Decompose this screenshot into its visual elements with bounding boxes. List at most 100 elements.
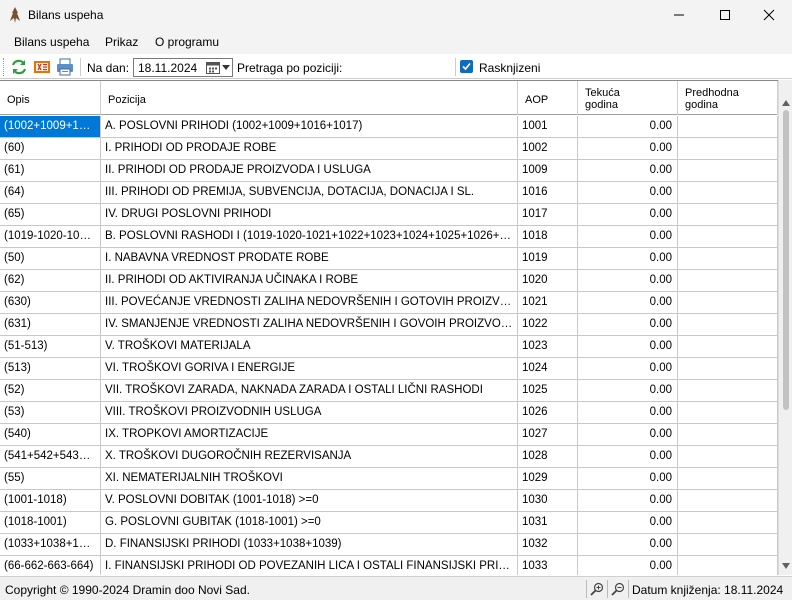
cell-tekuca-godina[interactable]: 0.00 [578, 248, 678, 270]
cell-pozicija[interactable]: II. PRIHODI OD AKTIVIRANJA UČINAKA I ROB… [101, 270, 518, 292]
table-row[interactable]: (62) II. PRIHODI OD AKTIVIRANJA UČINAKA I… [0, 270, 778, 292]
cell-predhodna-godina[interactable] [678, 160, 778, 182]
cell-predhodna-godina[interactable] [678, 226, 778, 248]
search-input[interactable] [343, 58, 453, 77]
chevron-down-icon[interactable] [222, 65, 230, 70]
cell-pozicija[interactable]: VII. TROŠKOVI ZARADA, NAKNADA ZARADA I O… [101, 380, 518, 402]
cell-aop[interactable]: 1027 [518, 424, 578, 446]
refresh-icon[interactable] [10, 58, 28, 76]
cell-predhodna-godina[interactable] [678, 490, 778, 512]
table-row[interactable]: (1001-1018) V. POSLOVNI DOBITAK (1001-101… [0, 490, 778, 512]
cell-opis[interactable]: (65) [0, 204, 101, 226]
close-button[interactable] [746, 0, 792, 30]
cell-predhodna-godina[interactable] [678, 314, 778, 336]
cell-pozicija[interactable]: VI. TROŠKOVI GORIVA I ENERGIJE [101, 358, 518, 380]
cell-aop[interactable]: 1018 [518, 226, 578, 248]
cell-aop[interactable]: 1009 [518, 160, 578, 182]
cell-pozicija[interactable]: IV. DRUGI POSLOVNI PRIHODI [101, 204, 518, 226]
cell-tekuca-godina[interactable]: 0.00 [578, 468, 678, 490]
cell-predhodna-godina[interactable] [678, 204, 778, 226]
cell-opis[interactable]: (64) [0, 182, 101, 204]
cell-tekuca-godina[interactable]: 0.00 [578, 160, 678, 182]
cell-predhodna-godina[interactable] [678, 336, 778, 358]
zoom-out-icon[interactable] [611, 582, 625, 596]
column-header-tekuca-godina[interactable]: Tekuća godina [578, 81, 678, 115]
cell-tekuca-godina[interactable]: 0.00 [578, 226, 678, 248]
table-row[interactable]: (540) IX. TROPKOVI AMORTIZACIJE 1027 0.00 [0, 424, 778, 446]
cell-pozicija[interactable]: VIII. TROŠKOVI PROIZVODNIH USLUGA [101, 402, 518, 424]
cell-tekuca-godina[interactable]: 0.00 [578, 512, 678, 534]
table-row[interactable]: (630) III. POVEĆANJE VREDNOSTI ZALIHA NED… [0, 292, 778, 314]
cell-opis[interactable]: (60) [0, 138, 101, 160]
cell-predhodna-godina[interactable] [678, 270, 778, 292]
cell-tekuca-godina[interactable]: 0.00 [578, 490, 678, 512]
table-row[interactable]: (1033+1038+1039) D. FINANSIJSKI PRIHODI (… [0, 534, 778, 556]
scroll-down-icon[interactable] [782, 563, 790, 569]
cell-tekuca-godina[interactable]: 0.00 [578, 446, 678, 468]
column-header-predhodna-godina[interactable]: Predhodna godina [678, 81, 778, 115]
cell-tekuca-godina[interactable]: 0.00 [578, 336, 678, 358]
cell-aop[interactable]: 1023 [518, 336, 578, 358]
menu-o-programu[interactable]: O programu [155, 35, 219, 49]
table-row[interactable]: (66-662-663-664) I. FINANSIJSKI PRIHODI O… [0, 556, 778, 575]
cell-predhodna-godina[interactable] [678, 358, 778, 380]
cell-predhodna-godina[interactable] [678, 468, 778, 490]
table-row[interactable]: (64) III. PRIHODI OD PREMIJA, SUBVENCIJA,… [0, 182, 778, 204]
cell-pozicija[interactable]: IV. SMANJENJE VREDNOSTI ZALIHA NEDOVRŠEN… [101, 314, 518, 336]
vertical-scrollbar[interactable] [778, 80, 792, 575]
cell-pozicija[interactable]: III. PRIHODI OD PREMIJA, SUBVENCIJA, DOT… [101, 182, 518, 204]
cell-opis[interactable]: (1033+1038+1039) [0, 534, 101, 556]
cell-opis[interactable]: (1001-1018) [0, 490, 101, 512]
minimize-button[interactable] [656, 0, 702, 30]
cell-predhodna-godina[interactable] [678, 248, 778, 270]
cell-aop[interactable]: 1020 [518, 270, 578, 292]
cell-pozicija[interactable]: A. POSLOVNI PRIHODI (1002+1009+1016+1017… [101, 116, 518, 138]
cell-opis[interactable]: (1019-1020-1021… [0, 226, 101, 248]
cell-pozicija[interactable]: XI. NEMATERIJALNIH TROŠKOVI [101, 468, 518, 490]
cell-opis[interactable]: (1002+1009+101… [0, 116, 101, 138]
cell-tekuca-godina[interactable]: 0.00 [578, 402, 678, 424]
table-row[interactable]: (50) I. NABAVNA VREDNOST PRODATE ROBE 1019… [0, 248, 778, 270]
calendar-icon[interactable] [206, 61, 220, 74]
cell-opis[interactable]: (53) [0, 402, 101, 424]
cell-pozicija[interactable]: V. POSLOVNI DOBITAK (1001-1018) >=0 [101, 490, 518, 512]
cell-tekuca-godina[interactable]: 0.00 [578, 182, 678, 204]
cell-predhodna-godina[interactable] [678, 138, 778, 160]
cell-pozicija[interactable]: B. POSLOVNI RASHODI I (1019-1020-1021+10… [101, 226, 518, 248]
cell-pozicija[interactable]: X. TROŠKOVI DUGOROČNIH REZERVISANJA [101, 446, 518, 468]
cell-aop[interactable]: 1033 [518, 556, 578, 575]
table-row[interactable]: (60) I. PRIHODI OD PRODAJE ROBE 1002 0.00 [0, 138, 778, 160]
column-header-opis[interactable]: Opis [0, 81, 101, 115]
zoom-in-icon[interactable] [590, 582, 604, 596]
cell-aop[interactable]: 1022 [518, 314, 578, 336]
cell-pozicija[interactable]: G. POSLOVNI GUBITAK (1018-1001) >=0 [101, 512, 518, 534]
cell-aop[interactable]: 1001 [518, 116, 578, 138]
cell-predhodna-godina[interactable] [678, 534, 778, 556]
cell-pozicija[interactable]: I. PRIHODI OD PRODAJE ROBE [101, 138, 518, 160]
maximize-button[interactable] [702, 0, 748, 30]
cell-predhodna-godina[interactable] [678, 556, 778, 575]
cell-pozicija[interactable]: D. FINANSIJSKI PRIHODI (1033+1038+1039) [101, 534, 518, 556]
cell-aop[interactable]: 1021 [518, 292, 578, 314]
cell-predhodna-godina[interactable] [678, 182, 778, 204]
cell-tekuca-godina[interactable]: 0.00 [578, 556, 678, 575]
cell-predhodna-godina[interactable] [678, 116, 778, 138]
cell-opis[interactable]: (541+542+543+5… [0, 446, 101, 468]
cell-opis[interactable]: (52) [0, 380, 101, 402]
table-row[interactable]: (541+542+543+5… X. TROŠKOVI DUGOROČNIH RE… [0, 446, 778, 468]
cell-predhodna-godina[interactable] [678, 402, 778, 424]
cell-aop[interactable]: 1031 [518, 512, 578, 534]
menu-prikaz[interactable]: Prikaz [105, 35, 138, 49]
table-row[interactable]: (52) VII. TROŠKOVI ZARADA, NAKNADA ZARADA… [0, 380, 778, 402]
table-row[interactable]: (1018-1001) G. POSLOVNI GUBITAK (1018-100… [0, 512, 778, 534]
rasknjizeni-label[interactable]: Rasknjizeni [479, 61, 540, 75]
cell-pozicija[interactable]: I. FINANSIJSKI PRIHODI OD POVEZANIH LICA… [101, 556, 518, 575]
cell-predhodna-godina[interactable] [678, 380, 778, 402]
table-row[interactable]: (55) XI. NEMATERIJALNIH TROŠKOVI 1029 0.00 [0, 468, 778, 490]
cell-aop[interactable]: 1019 [518, 248, 578, 270]
cell-aop[interactable]: 1024 [518, 358, 578, 380]
cell-pozicija[interactable]: V. TROŠKOVI MATERIJALA [101, 336, 518, 358]
cell-opis[interactable]: (66-662-663-664) [0, 556, 101, 575]
table-row[interactable]: (1019-1020-1021… B. POSLOVNI RASHODI I (1… [0, 226, 778, 248]
cell-opis[interactable]: (61) [0, 160, 101, 182]
